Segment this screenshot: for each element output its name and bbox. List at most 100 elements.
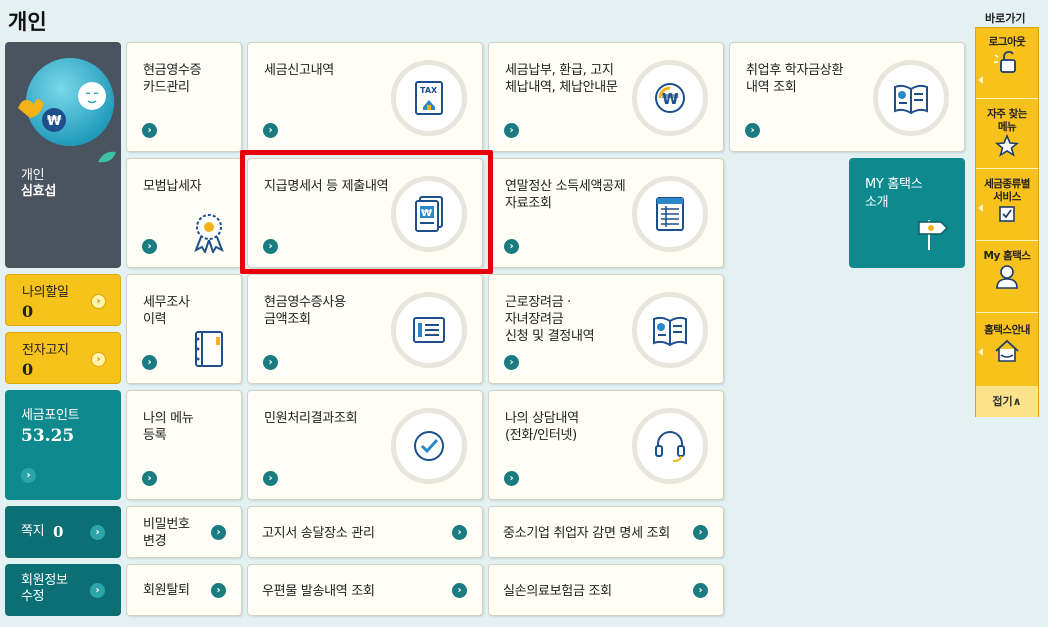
arrow-icon[interactable]: › — [142, 355, 157, 370]
arrow-icon[interactable]: › — [504, 471, 519, 486]
tile-earned-income-subsidy[interactable]: 근로장려금 · 자녀장려금 신청 및 결정내역 › — [488, 274, 724, 384]
divider — [976, 98, 1038, 99]
tile-student-loan[interactable]: 취업후 학자금상환 내역 조회 › — [729, 42, 965, 152]
tile-label: 세무조사 이력 — [143, 295, 190, 327]
page-title: 개인 — [8, 10, 47, 34]
quick-my-hometax-label: My 홈택스 — [983, 250, 1031, 262]
arrow-icon[interactable]: › — [504, 123, 519, 138]
tile-label: 세금신고내역 — [264, 63, 334, 78]
tile-model-taxpayer[interactable]: 모범납세자 › — [126, 158, 242, 268]
member-edit-card[interactable]: 회원정보 수정 › — [5, 564, 121, 616]
arrow-icon[interactable]: › — [263, 239, 278, 254]
tile-insurance[interactable]: 실손의료보험금 조회 › — [488, 564, 724, 616]
svg-text:TAX: TAX — [420, 86, 438, 95]
arrow-icon[interactable]: › — [211, 583, 226, 598]
arrow-icon[interactable]: › — [745, 123, 760, 138]
tile-payment-statement[interactable]: 지급명세서 등 제출내역 › ₩ — [247, 158, 483, 268]
my-todo-arrow-icon[interactable]: › — [91, 294, 106, 309]
tax-points-card[interactable]: 세금포인트 53.25 › — [5, 390, 121, 500]
arrow-icon[interactable]: › — [452, 525, 467, 540]
won-coin-icon: ₩ — [632, 60, 708, 136]
quick-faq[interactable]: 자주 찾는 메뉴 — [976, 108, 1038, 162]
tile-label: 우편물 발송내역 조회 — [262, 584, 375, 599]
tile-civil-result[interactable]: 민원처리결과조회 › — [247, 390, 483, 500]
star-icon — [994, 133, 1020, 157]
arrow-icon[interactable]: › — [263, 471, 278, 486]
quick-guide[interactable]: 홈택스안내 — [976, 324, 1038, 369]
quick-faq-label: 자주 찾는 메뉴 — [987, 108, 1027, 133]
e-notice-card[interactable]: 전자고지 0 › — [5, 332, 121, 384]
tax-points-arrow-icon[interactable]: › — [21, 468, 36, 483]
tax-document-icon: TAX — [391, 60, 467, 136]
tile-withdraw[interactable]: 회원탈퇴 › — [126, 564, 242, 616]
arrow-icon[interactable]: › — [142, 239, 157, 254]
member-edit-label: 회원정보 수정 — [21, 573, 68, 604]
my-todo-card[interactable]: 나의할일 0 › — [5, 274, 121, 326]
tile-my-menu[interactable]: 나의 메뉴 등록 › — [126, 390, 242, 500]
arrow-icon[interactable]: › — [504, 355, 519, 370]
arrow-icon[interactable]: › — [263, 123, 278, 138]
tile-mail-history[interactable]: 우편물 발송내역 조회 › — [247, 564, 483, 616]
expand-left-icon — [978, 76, 983, 84]
tile-notice-address[interactable]: 고지서 송달장소 관리 › — [247, 506, 483, 558]
tile-label: 실손의료보험금 조회 — [503, 584, 612, 599]
tile-label: 현금영수증 카드관리 — [143, 63, 202, 95]
tile-label: 나의 메뉴 등록 — [143, 411, 194, 443]
arrow-icon[interactable]: › — [693, 525, 708, 540]
arrow-icon[interactable]: › — [142, 123, 157, 138]
checkbox-icon — [999, 206, 1015, 222]
tile-label: 중소기업 취업자 감면 명세 조회 — [503, 526, 670, 541]
open-book-icon — [632, 292, 708, 368]
tile-label: 지급명세서 등 제출내역 — [264, 179, 389, 194]
memo-card[interactable]: 쪽지 0 › — [5, 506, 121, 558]
tile-tax-audit[interactable]: 세무조사 이력 › — [126, 274, 242, 384]
expand-left-icon — [978, 204, 983, 212]
quick-logout-label: 로그아웃 — [988, 36, 1026, 48]
tile-label: 현금영수증사용 금액조회 — [264, 295, 346, 327]
tile-password-change[interactable]: 비밀번호 변경 › — [126, 506, 242, 558]
svg-text:₩: ₩ — [47, 114, 62, 129]
divider — [976, 168, 1038, 169]
arrow-icon[interactable]: › — [693, 583, 708, 598]
quick-guide-label: 홈택스안내 — [984, 324, 1030, 336]
arrow-icon[interactable]: › — [452, 583, 467, 598]
e-notice-count: 0 — [22, 360, 34, 379]
tile-label: 연말정산 소득세액공제 자료조회 — [505, 179, 626, 211]
profile-avatar: ₩ — [18, 58, 116, 163]
member-edit-arrow-icon[interactable]: › — [90, 583, 105, 598]
tile-tax-report[interactable]: 세금신고내역 › TAX — [247, 42, 483, 152]
tile-label: 고지서 송달장소 관리 — [262, 526, 375, 541]
check-circle-icon — [391, 408, 467, 484]
tile-sme-exemption[interactable]: 중소기업 취업자 감면 명세 조회 › — [488, 506, 724, 558]
memo-arrow-icon[interactable]: › — [90, 525, 105, 540]
arrow-icon[interactable]: › — [504, 239, 519, 254]
tile-label: 근로장려금 · 자녀장려금 신청 및 결정내역 — [505, 295, 595, 344]
svg-text:₩: ₩ — [421, 208, 432, 219]
arrow-icon[interactable]: › — [142, 471, 157, 486]
tile-year-end-settlement[interactable]: 연말정산 소득세액공제 자료조회 › — [488, 158, 724, 268]
tile-label: 민원처리결과조회 — [264, 411, 358, 426]
tile-cash-receipt-card[interactable]: 현금영수증 카드관리 › — [126, 42, 242, 152]
tile-consult-history[interactable]: 나의 상담내역 (전화/인터넷) › — [488, 390, 724, 500]
quick-fold-button[interactable]: 접기∧ — [976, 386, 1038, 417]
quick-my-hometax[interactable]: My 홈택스 — [976, 250, 1038, 295]
e-notice-arrow-icon[interactable]: › — [91, 352, 106, 367]
profile-card: ₩ 개인 심효섭 — [5, 42, 121, 268]
won-document-icon: ₩ — [391, 176, 467, 252]
memo-label: 쪽지 — [21, 524, 45, 539]
tile-label: 회원탈퇴 — [143, 583, 190, 598]
user-icon — [996, 265, 1018, 289]
open-book-icon — [873, 60, 949, 136]
arrow-icon[interactable]: › — [211, 525, 226, 540]
arrow-icon[interactable]: › — [263, 355, 278, 370]
divider — [976, 312, 1038, 313]
tile-cash-receipt-amount[interactable]: 현금영수증사용 금액조회 › — [247, 274, 483, 384]
quick-logout[interactable]: 로그아웃 — [976, 36, 1038, 79]
e-notice-label: 전자고지 — [22, 343, 69, 358]
my-hometax-intro[interactable]: MY 홈택스 소개 — [849, 158, 965, 268]
signpost-icon — [918, 220, 949, 250]
tile-tax-payment[interactable]: 세금납부, 환급, 고지 체납내역, 체납안내문 › ₩ — [488, 42, 724, 152]
profile-type: 개인 — [21, 168, 45, 183]
quick-tax-service[interactable]: 세금종류별 서비스 — [976, 178, 1038, 228]
notebook-icon — [195, 331, 223, 367]
